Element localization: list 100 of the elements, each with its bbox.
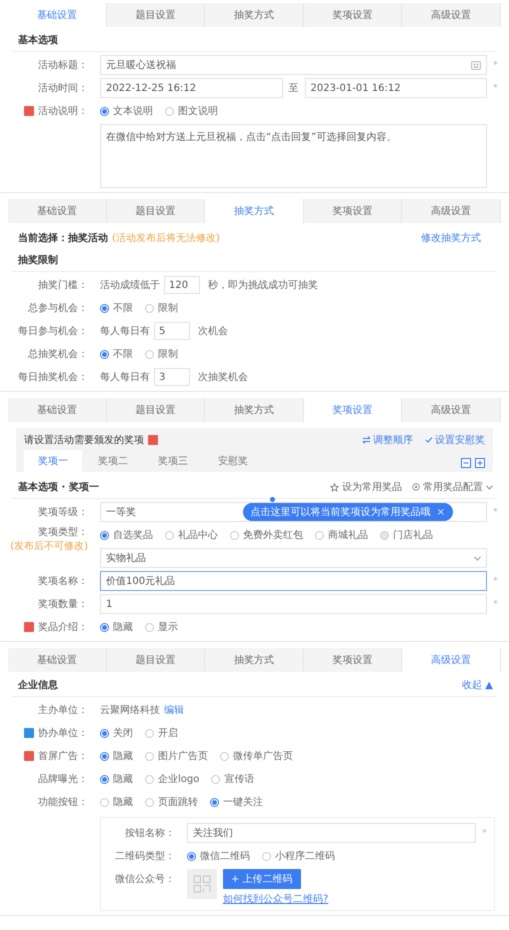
prize-box-title: 请设置活动需要颁发的奖项 — [24, 434, 144, 447]
section-title: 抽奖限制 — [18, 254, 58, 267]
field-label: 总参与机会： — [28, 302, 88, 315]
remove-button[interactable] — [461, 458, 471, 468]
tab[interactable]: 奖项设置 — [304, 199, 402, 223]
tab[interactable]: 抽奖方式 — [205, 199, 304, 223]
required-mark: * — [493, 60, 499, 70]
number-field[interactable]: 3 — [154, 368, 190, 386]
section-title: 企业信息 — [18, 678, 58, 692]
prize-tab[interactable]: 安慰奖 — [204, 450, 262, 472]
prize-tab[interactable]: 奖项一 — [24, 450, 82, 472]
current-selection: 当前选择：抽奖活动 — [18, 232, 108, 245]
add-button[interactable] — [475, 458, 485, 468]
radio-option[interactable]: 隐藏 — [100, 749, 133, 763]
text-field[interactable]: 元旦暖心送祝福 — [100, 55, 487, 75]
tab[interactable]: 基础设置 — [8, 3, 107, 27]
radio-option[interactable]: 宣传语 — [211, 772, 254, 786]
radio-option[interactable]: 商城礼品 — [315, 528, 368, 542]
radio-option[interactable]: 限制 — [145, 347, 178, 361]
text-field[interactable]: 价值100元礼品 — [100, 571, 487, 591]
tab[interactable]: 高级设置 — [402, 199, 501, 223]
field-label: 品牌曝光： — [38, 772, 88, 786]
radio-option[interactable]: 图片广告页 — [145, 749, 208, 763]
star-icon — [330, 482, 339, 492]
section-action[interactable]: 设为常用奖品 — [330, 480, 402, 494]
radio-option[interactable]: 企业logo — [145, 772, 200, 786]
inline-text: 次机会 — [198, 324, 228, 338]
text-field[interactable]: 关注我们 — [187, 823, 476, 843]
inline-text: 每人每日有 — [100, 371, 150, 384]
section-title: 基本选项 — [18, 34, 58, 47]
upload-button[interactable]: + 上传二维码 — [223, 869, 301, 889]
field-label: 每日抽奖机会： — [18, 370, 88, 384]
chevron-down-icon — [474, 556, 481, 560]
field-label: 按钮名称： — [125, 826, 175, 840]
radio-option[interactable]: 隐藏 — [100, 620, 133, 634]
tab[interactable]: 题目设置 — [106, 398, 206, 422]
radio-option[interactable]: 不限 — [100, 301, 133, 315]
radio-option[interactable]: 图文说明 — [165, 104, 218, 118]
number-field[interactable]: 5 — [154, 322, 190, 340]
field-label: 抽奖门槛： — [38, 278, 88, 292]
required-mark: * — [493, 82, 499, 94]
radio-option[interactable]: 开启 — [145, 726, 178, 740]
field-note: (发布后不可修改) — [10, 540, 88, 553]
description-textarea[interactable]: 在微信中给对方送上元旦祝福，点击“点击回复”可选择回复内容。 — [100, 124, 487, 188]
text-field[interactable]: 1 — [100, 594, 487, 614]
tab[interactable]: 基础设置 — [8, 398, 107, 422]
radio-option[interactable]: 显示 — [145, 620, 178, 634]
section-action[interactable]: 常用奖品配置 — [412, 480, 493, 494]
end-date-field[interactable]: 2023-01-01 16:12 — [304, 78, 487, 98]
inline-text: 活动成绩低于 — [100, 278, 160, 292]
tab[interactable]: 基础设置 — [8, 648, 107, 672]
radio-option[interactable]: 礼品中心 — [165, 528, 218, 542]
start-date-field[interactable]: 2022-12-25 16:12 — [100, 78, 282, 98]
radio-option[interactable]: 不限 — [100, 347, 133, 361]
section-title: 基本选项 · 奖项一 — [18, 480, 99, 494]
close-button[interactable]: × — [436, 506, 445, 518]
prize-type-dropdown[interactable]: 实物礼品 — [100, 548, 487, 568]
action-link[interactable]: 设置安慰奖 — [425, 433, 485, 447]
field-label: 奖品介绍： — [38, 621, 88, 634]
radio-option[interactable]: 微传单广告页 — [220, 749, 293, 763]
edit-link[interactable]: 编辑 — [164, 703, 184, 717]
inline-text: 秒，即为挑战成功可抽奖 — [208, 278, 318, 292]
radio-option[interactable]: 限制 — [145, 301, 178, 315]
tab[interactable]: 基础设置 — [8, 199, 107, 223]
minus-icon — [463, 460, 469, 466]
field-label: 微信公众号： — [115, 873, 175, 886]
tab[interactable]: 题目设置 — [106, 3, 206, 27]
radio-option[interactable]: 免费外卖红包 — [230, 528, 303, 542]
tab[interactable]: 高级设置 — [402, 398, 501, 422]
help-link[interactable]: 如何找到公众号二维码? — [223, 892, 328, 906]
tab[interactable]: 抽奖方式 — [205, 3, 304, 27]
prize-tab[interactable]: 奖项二 — [84, 450, 142, 472]
range-separator: 至 — [288, 82, 298, 95]
change-method-link[interactable]: 修改抽奖方式 — [421, 231, 481, 245]
radio-option[interactable]: 隐藏 — [100, 795, 133, 809]
field-label: 功能按钮： — [38, 796, 88, 809]
tab[interactable]: 抽奖方式 — [205, 648, 304, 672]
tab[interactable]: 奖项设置 — [304, 3, 402, 27]
radio-option[interactable]: 微信二维码 — [187, 849, 250, 863]
radio-option[interactable]: 关闭 — [100, 726, 133, 740]
field-label: 奖项数量： — [38, 598, 88, 611]
field-label: 二维码类型： — [115, 850, 175, 863]
radio-option[interactable]: 小程序二维码 — [262, 849, 335, 863]
collapse-link[interactable]: 收起 ▲ — [462, 678, 493, 692]
radio-option[interactable]: 隐藏 — [100, 772, 133, 786]
radio-option[interactable]: 自选奖品 — [100, 528, 153, 542]
emoji-icon[interactable] — [471, 60, 481, 70]
warning-note: (活动发布后将无法修改) — [112, 232, 220, 245]
field-label: 奖项等级： — [38, 506, 88, 519]
radio-option[interactable]: 一键关注 — [210, 795, 263, 809]
tab[interactable]: 高级设置 — [402, 3, 501, 27]
radio-option[interactable]: 文本说明 — [100, 104, 153, 118]
tab[interactable]: 题目设置 — [106, 648, 206, 672]
swap-arrows-icon — [362, 436, 371, 444]
prize-tab[interactable]: 奖项三 — [144, 450, 202, 472]
action-link[interactable]: 调整顺序 — [362, 433, 413, 447]
tab[interactable]: 奖项设置 — [304, 398, 402, 422]
tab[interactable]: 高级设置 — [402, 648, 501, 672]
number-field[interactable]: 120 — [164, 276, 200, 294]
radio-option[interactable]: 页面跳转 — [145, 795, 198, 809]
